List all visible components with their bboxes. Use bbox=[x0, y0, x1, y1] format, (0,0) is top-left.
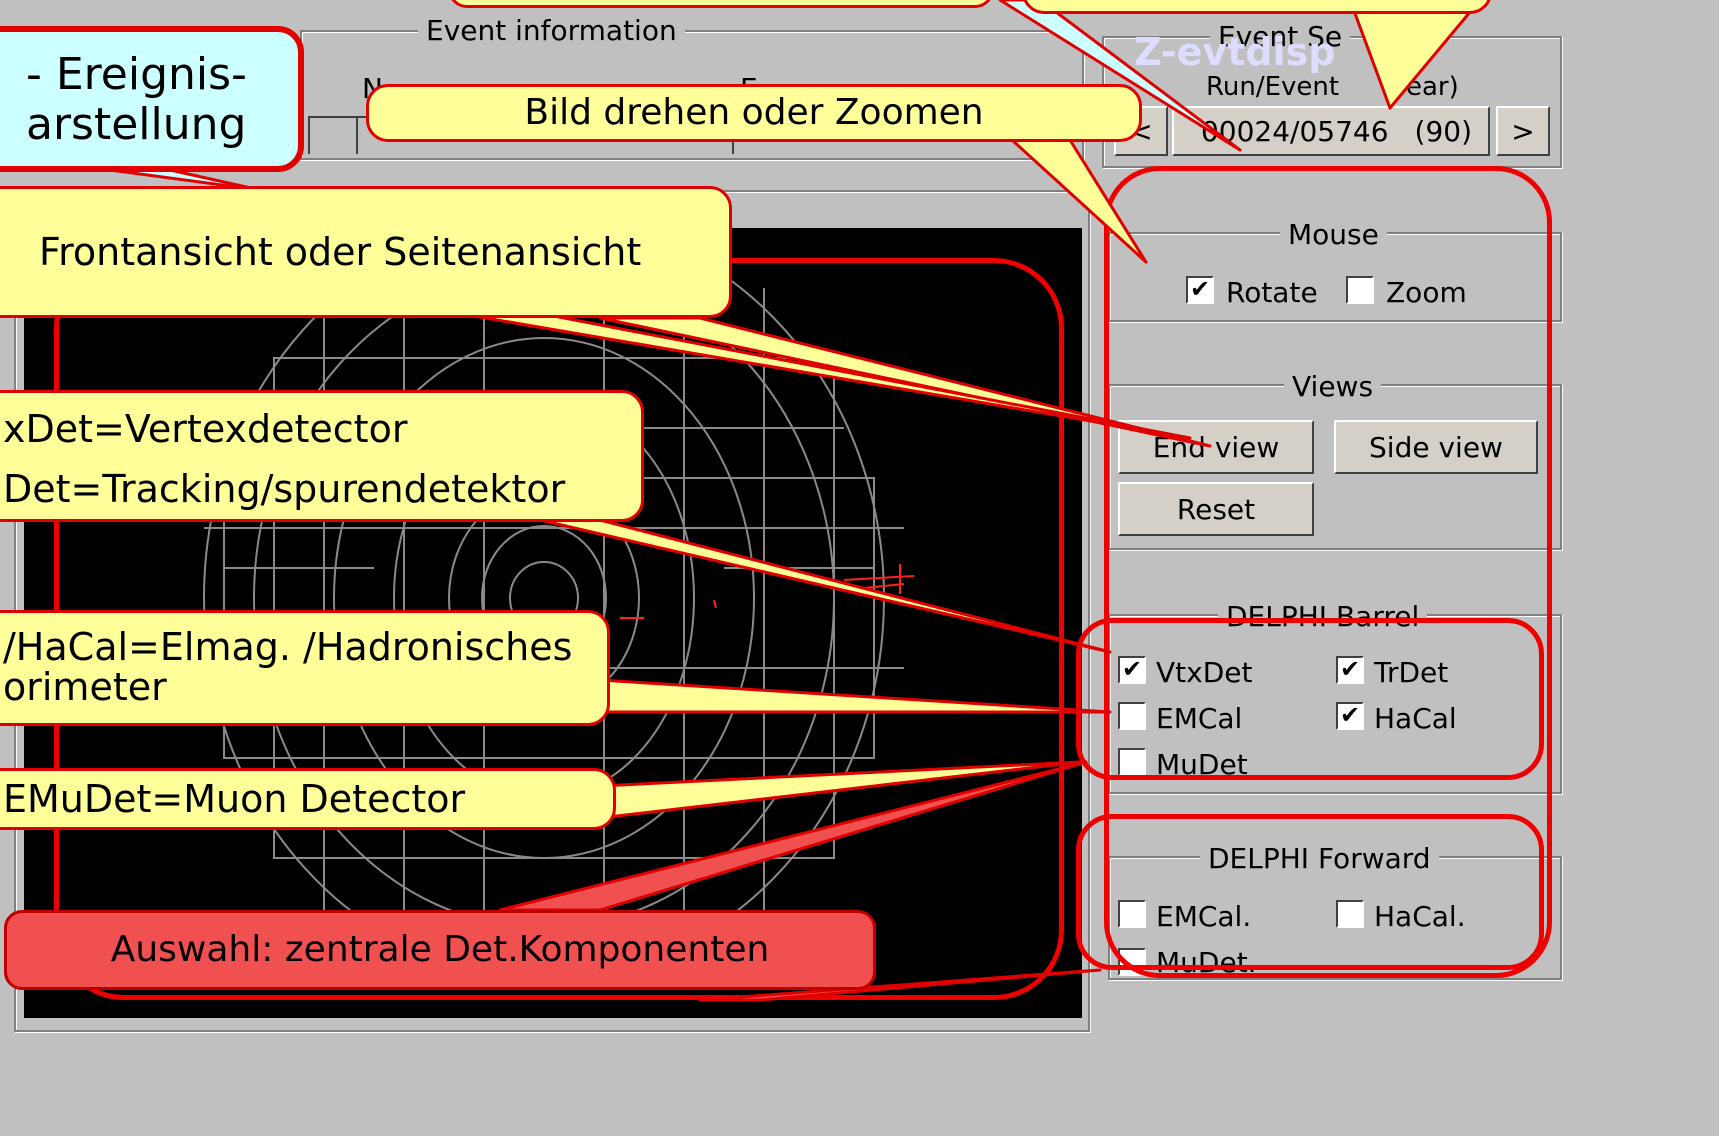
calorimeter-callout: /HaCal=Elmag. /Hadronisches orimeter bbox=[0, 610, 610, 726]
callout-line: arstellung bbox=[26, 99, 247, 150]
ereignis-darstellung-callout: - Ereignis- arstellung bbox=[0, 26, 304, 172]
muon-detector-callout: EMuDet=Muon Detector bbox=[0, 768, 616, 830]
top-callout-right bbox=[1022, 0, 1492, 14]
rotate-zoom-callout: Bild drehen oder Zoomen bbox=[366, 84, 1142, 142]
front-side-view-callout: Frontansicht oder Seitenansicht bbox=[0, 186, 732, 318]
callout-text: EMuDet=Muon Detector bbox=[3, 777, 466, 821]
callout-line: /HaCal=Elmag. /Hadronisches bbox=[3, 625, 573, 669]
callout-line: xDet=Vertexdetector bbox=[3, 407, 408, 451]
callout-line: - Ereignis- bbox=[26, 49, 247, 100]
callout-text: Frontansicht oder Seitenansicht bbox=[39, 230, 642, 274]
callout-text: Auswahl: zentrale Det.Komponenten bbox=[110, 929, 770, 970]
callout-text: Bild drehen oder Zoomen bbox=[524, 92, 984, 133]
top-callout-middle bbox=[448, 0, 994, 8]
selection-callout: Auswahl: zentrale Det.Komponenten bbox=[4, 910, 876, 990]
callout-line: orimeter bbox=[3, 665, 167, 709]
callout-line: Det=Tracking/spurendetektor bbox=[3, 467, 566, 511]
vertex-tracking-callout: xDet=Vertexdetector Det=Tracking/spurend… bbox=[0, 390, 644, 522]
